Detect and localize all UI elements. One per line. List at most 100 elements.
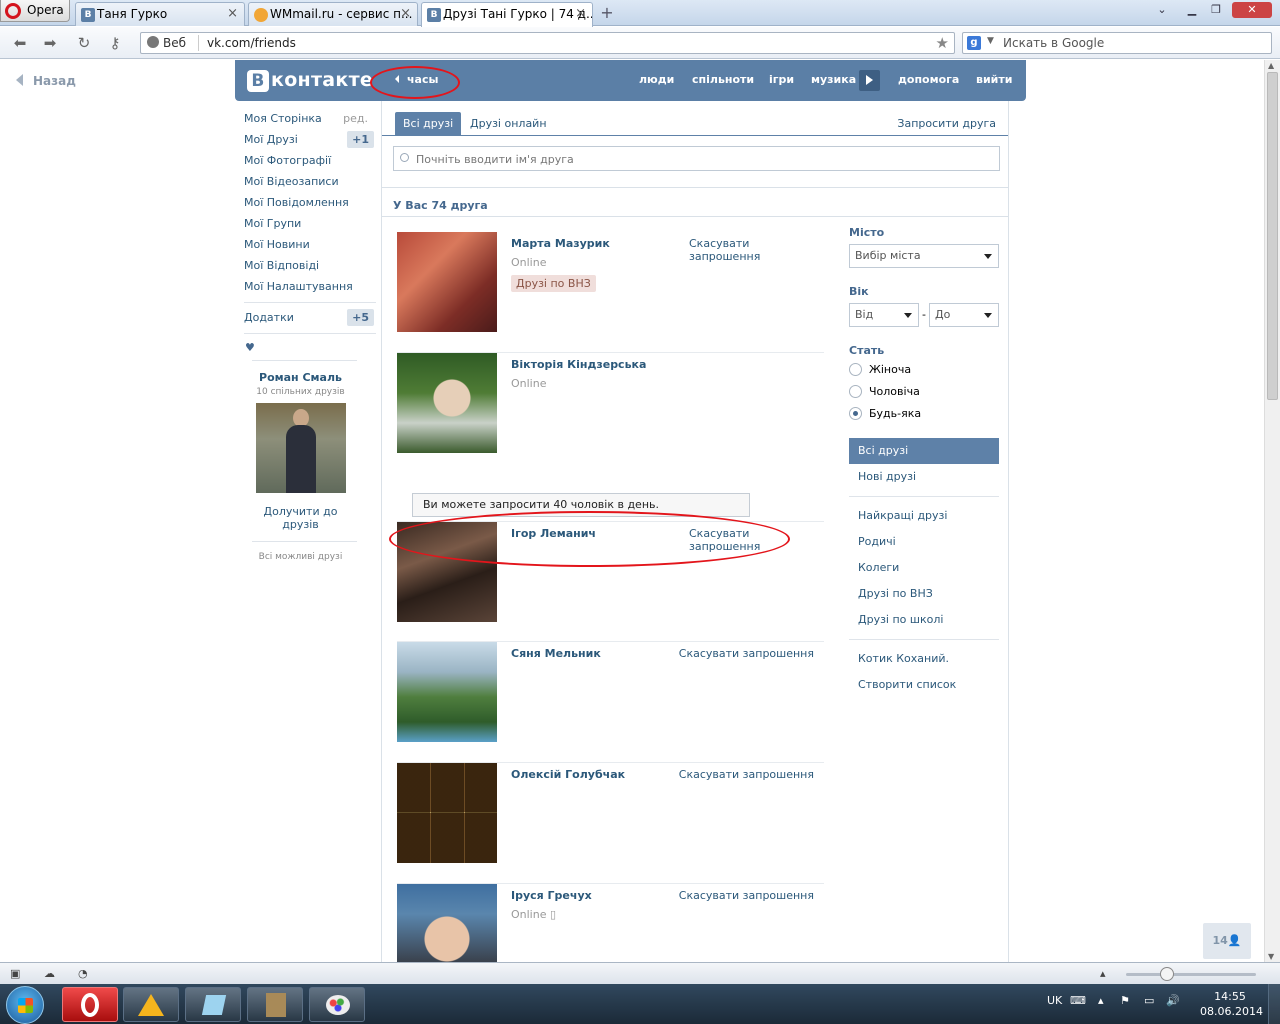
sex-radio-male[interactable]: Чоловіча	[849, 381, 999, 403]
left-menu-my-answers[interactable]: Мої Відповіді	[244, 255, 376, 276]
star-icon[interactable]: ★	[936, 34, 949, 52]
left-menu-my-settings[interactable]: Мої Налаштування	[244, 276, 376, 297]
zoom-up-icon[interactable]: ▴	[1100, 967, 1113, 980]
taskbar-winrar[interactable]	[247, 987, 303, 1022]
left-menu-my-page[interactable]: Моя Сторінка ред.	[244, 108, 376, 129]
heart-icon[interactable]: ♥	[245, 338, 376, 358]
left-menu-my-friends[interactable]: Мої Друзі +1	[244, 129, 376, 150]
start-button[interactable]	[6, 986, 44, 1024]
url-field[interactable]: Веб vk.com/friends ★	[140, 32, 955, 54]
create-list-link[interactable]: Створити список	[849, 672, 999, 698]
network-error-icon[interactable]: ⚑	[1120, 994, 1130, 1007]
friend-name[interactable]: Олексій Голубчак	[511, 768, 625, 781]
edit-link[interactable]: ред.	[343, 108, 368, 129]
new-tab-icon[interactable]: +	[598, 4, 616, 22]
filter-new-friends[interactable]: Нові друзі	[849, 464, 999, 490]
search-field[interactable]: g ▼ Искать в Google	[962, 32, 1272, 54]
friend-photo[interactable]	[397, 763, 497, 863]
radio-button[interactable]	[849, 385, 862, 398]
friend-search-input[interactable]: Почніть вводити ім'я друга	[393, 146, 1000, 171]
cancel-invite-link[interactable]: Скасувати запрошення	[679, 768, 814, 781]
filter-best-friends[interactable]: Найкращі друзі	[849, 503, 999, 529]
online-friends-counter[interactable]: 14👤	[1203, 923, 1251, 959]
age-from-select[interactable]: Від	[849, 303, 919, 327]
filter-school-friends[interactable]: Друзі по школі	[849, 607, 999, 633]
nav-logout[interactable]: вийти	[976, 73, 1012, 86]
zoom-slider-handle[interactable]	[1160, 967, 1174, 981]
all-possible-friends-link[interactable]: Всі можливі друзі	[244, 552, 357, 562]
scroll-up-icon[interactable]: ▲	[1268, 61, 1274, 70]
key-icon[interactable]: ⚷	[105, 35, 125, 53]
friend-photo[interactable]	[397, 232, 497, 332]
scrollbar-thumb[interactable]	[1267, 72, 1278, 400]
left-menu-my-photos[interactable]: Мої Фотографії	[244, 150, 376, 171]
city-select[interactable]: Вибір міста	[849, 244, 999, 268]
speed-dial-icon[interactable]: ◔	[78, 967, 91, 980]
browser-tab-3[interactable]: В Друзі Тані Гурко | 74 д... ×	[421, 2, 593, 27]
left-menu-my-videos[interactable]: Мої Відеозаписи	[244, 171, 376, 192]
radio-button[interactable]	[849, 363, 862, 376]
nav-games[interactable]: ігри	[769, 73, 794, 86]
cancel-invite-link[interactable]: Скасувати запрошення	[689, 237, 764, 263]
zoom-slider[interactable]	[1126, 973, 1256, 976]
suggestion-name[interactable]: Роман Смаль	[244, 371, 357, 384]
friend-list-tag[interactable]: Друзі по ВНЗ	[511, 275, 596, 292]
taskbar-paint[interactable]	[309, 987, 365, 1022]
back-arrow-icon[interactable]: ⬅	[10, 35, 30, 53]
system-clock[interactable]: 14:55 08.06.2014	[1200, 989, 1263, 1019]
nav-communities[interactable]: спільноти	[692, 73, 754, 86]
close-tab-icon[interactable]: ×	[575, 6, 586, 21]
taskbar-aimp[interactable]	[123, 987, 179, 1022]
suggestion-photo[interactable]	[255, 403, 346, 493]
vk-logo[interactable]: Вконтакте	[247, 69, 373, 92]
friend-name[interactable]: Іруся Гречух	[511, 889, 592, 902]
monitor-icon[interactable]: ▭	[1144, 994, 1154, 1007]
volume-icon[interactable]: 🔊	[1166, 994, 1180, 1007]
filter-colleagues[interactable]: Колеги	[849, 555, 999, 581]
panel-toggle-icon[interactable]: ▣	[10, 967, 23, 980]
cancel-invite-link[interactable]: Скасувати запрошення	[679, 647, 814, 660]
browser-tab-2[interactable]: WMmail.ru - сервис п... ×	[248, 2, 418, 26]
friend-name[interactable]: Вікторія Кіндзерська	[511, 358, 646, 371]
sex-radio-female[interactable]: Жіноча	[849, 359, 999, 381]
play-music-button[interactable]	[859, 70, 880, 91]
back-link[interactable]: Назад	[16, 74, 76, 88]
maximize-icon[interactable]: ❐	[1204, 2, 1228, 18]
nav-help[interactable]: допомога	[898, 73, 959, 86]
left-menu-my-news[interactable]: Мої Новини	[244, 234, 376, 255]
left-menu-my-groups[interactable]: Мої Групи	[244, 213, 376, 234]
invite-friend-link[interactable]: Запросити друга	[897, 117, 996, 130]
tray-expand-icon[interactable]: ▴	[1098, 994, 1104, 1007]
minimize-icon[interactable]: ▁	[1180, 2, 1204, 18]
language-indicator[interactable]: UK	[1047, 994, 1062, 1007]
friend-name[interactable]: Сяня Мельник	[511, 647, 601, 660]
friend-photo[interactable]	[397, 642, 497, 742]
cancel-invite-link[interactable]: Скасувати запрошення	[679, 889, 814, 902]
close-tab-icon[interactable]: ×	[400, 6, 411, 21]
left-menu-apps[interactable]: Додатки +5	[244, 307, 376, 328]
forward-arrow-icon[interactable]: ➡	[40, 35, 60, 53]
keyboard-icon[interactable]: ⌨	[1070, 994, 1086, 1007]
page-scrollbar[interactable]: ▲ ▼	[1264, 60, 1280, 962]
tab-friends-online[interactable]: Друзі онлайн	[462, 112, 555, 135]
filter-relatives[interactable]: Родичі	[849, 529, 999, 555]
friend-name[interactable]: Марта Мазурик	[511, 237, 610, 250]
left-menu-my-messages[interactable]: Мої Повідомлення	[244, 192, 376, 213]
add-friend-link[interactable]: Долучити до друзів	[244, 505, 357, 531]
friend-photo[interactable]	[397, 884, 497, 962]
tab-list-icon[interactable]: ⌄	[1150, 2, 1174, 18]
radio-button-selected[interactable]	[849, 407, 862, 420]
scroll-down-icon[interactable]: ▼	[1268, 952, 1274, 961]
browser-tab-1[interactable]: В Таня Гурко ×	[75, 2, 245, 26]
suggestion-common-friends[interactable]: 10 спільних друзів	[244, 387, 357, 397]
show-desktop-button[interactable]	[1268, 984, 1280, 1024]
chevron-down-icon[interactable]: ▼	[987, 36, 994, 46]
web-badge[interactable]: Веб	[147, 36, 186, 50]
reload-icon[interactable]: ↻	[74, 35, 94, 53]
age-to-select[interactable]: До	[929, 303, 999, 327]
friend-photo[interactable]	[397, 353, 497, 453]
cloud-icon[interactable]: ☁	[44, 967, 57, 980]
filter-university-friends[interactable]: Друзі по ВНЗ	[849, 581, 999, 607]
taskbar-notepad[interactable]	[185, 987, 241, 1022]
filter-all-friends[interactable]: Всі друзі	[849, 438, 999, 464]
